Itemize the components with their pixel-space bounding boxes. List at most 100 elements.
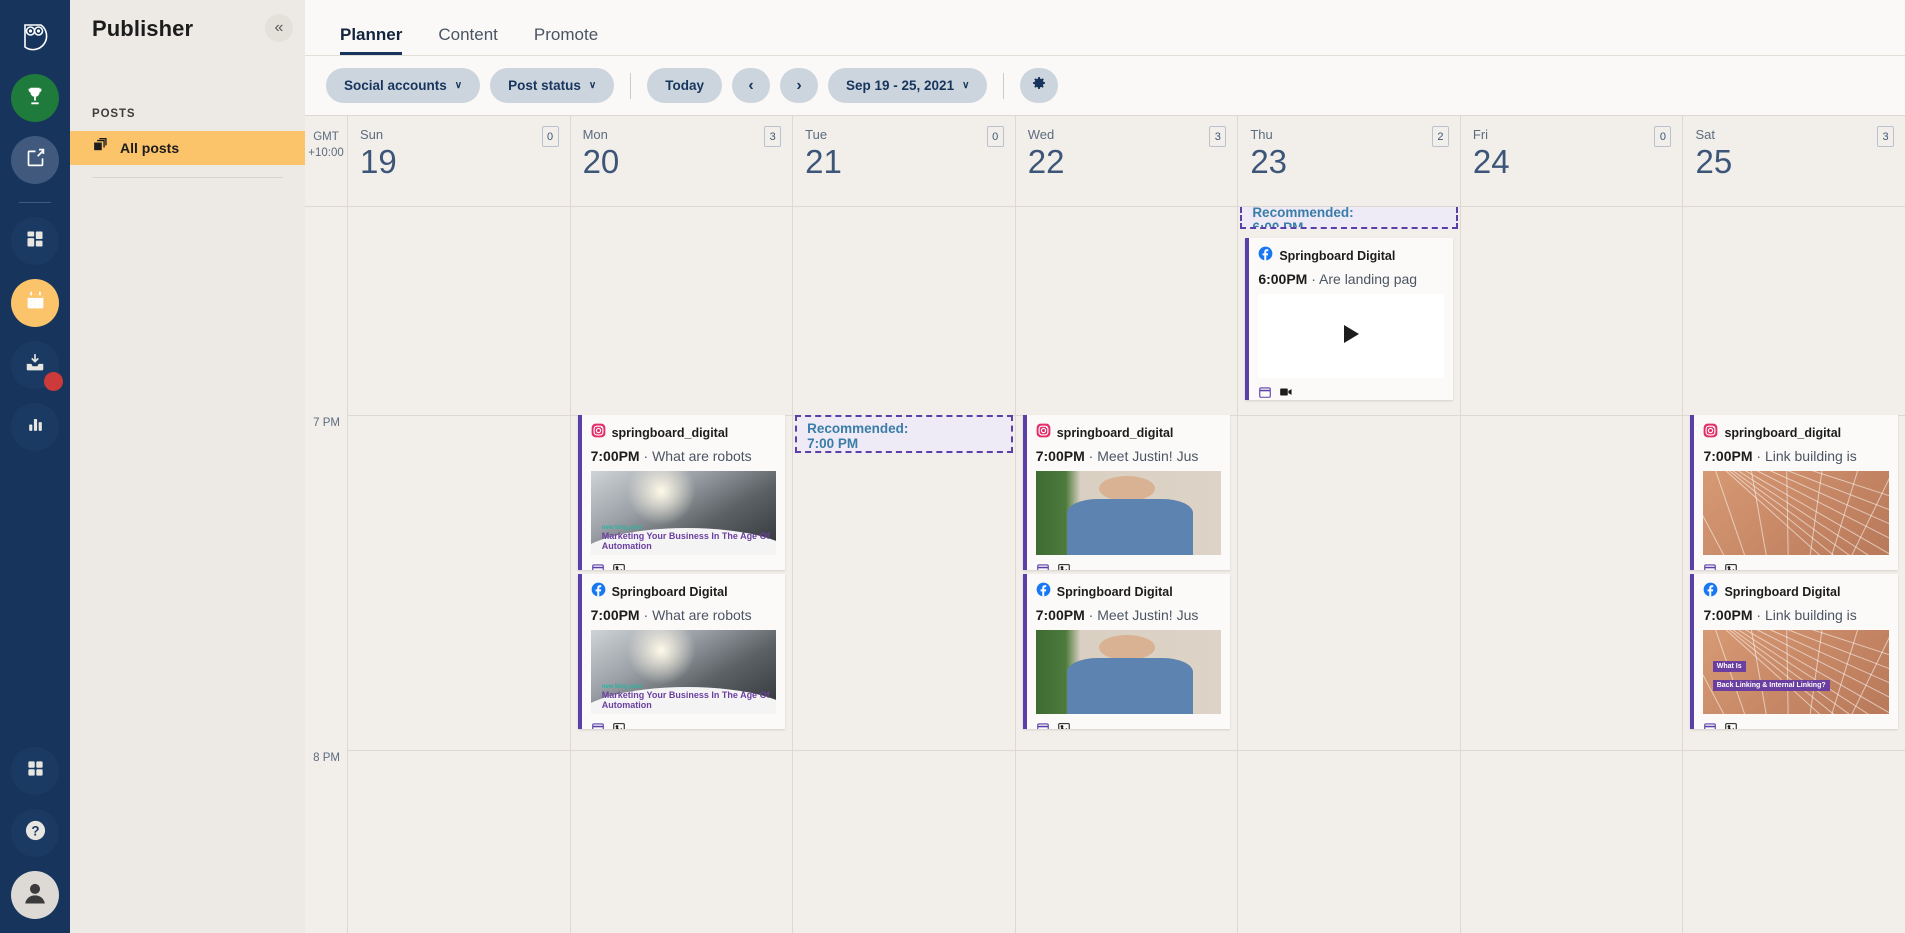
post-time: 7:00PM	[1703, 607, 1753, 623]
previous-week-button[interactable]: ‹	[732, 68, 770, 103]
calendar-grid[interactable]: 7 PM 8 PM springboard_digital 7:00PM · Wha…	[305, 207, 1905, 933]
day-column-tue[interactable]: Recommended: 7:00 PM	[792, 207, 1015, 933]
day-post-count: 3	[1209, 126, 1227, 147]
rail-item-inbox[interactable]	[11, 341, 63, 391]
facebook-icon	[1036, 582, 1051, 602]
calendar-icon	[591, 721, 605, 729]
calendar-icon	[25, 290, 46, 316]
sidebar-item-all-posts[interactable]: All posts	[70, 131, 305, 165]
owl-logo-icon[interactable]	[12, 14, 58, 60]
today-button[interactable]: Today	[647, 68, 722, 103]
post-thumbnail	[1035, 630, 1222, 714]
post-summary: 6:00PM · Are landing pag	[1258, 271, 1418, 287]
post-time: 7:00PM	[1035, 448, 1085, 464]
main-content: Planner Content Promote Social accounts …	[305, 0, 1905, 933]
post-card-header: Springboard Digital	[1036, 582, 1222, 602]
image-icon	[612, 721, 626, 729]
global-nav-rail: ?	[0, 0, 70, 933]
day-header-thu[interactable]: Thu 2 23	[1237, 116, 1460, 206]
rail-item-apps[interactable]	[11, 747, 59, 795]
tab-content[interactable]: Content	[420, 25, 516, 55]
rail-item-compose[interactable]	[11, 136, 59, 184]
facebook-icon	[591, 582, 606, 602]
day-column-fri[interactable]	[1459, 207, 1683, 933]
post-text: Meet Justin! Jus	[1097, 607, 1199, 623]
hour-line	[348, 415, 570, 416]
chevron-down-icon: ∨	[588, 80, 597, 91]
post-card[interactable]: springboard_digital 7:00PM · What are rob…	[577, 415, 786, 570]
collapse-sidebar-button[interactable]: «	[265, 14, 293, 42]
rail-item-planner[interactable]	[11, 279, 59, 327]
day-column-wed[interactable]: springboard_digital 7:00PM · Meet Justin!…	[1014, 207, 1238, 933]
day-header-mon[interactable]: Mon 3 20	[569, 116, 793, 206]
day-name: Tue	[805, 127, 828, 142]
rail-item-help[interactable]: ?	[11, 809, 59, 857]
social-accounts-filter[interactable]: Social accounts ∨	[326, 68, 481, 103]
tab-planner[interactable]: Planner	[322, 25, 420, 55]
post-thumbnail	[1258, 294, 1444, 378]
post-card[interactable]: springboard_digital 7:00PM · Link buildin…	[1690, 415, 1899, 570]
next-week-button[interactable]: ›	[780, 68, 818, 103]
planner-settings-button[interactable]	[1020, 68, 1059, 103]
day-column-thu[interactable]: Springboard Digital 6:00PM · Are landing …	[1237, 207, 1460, 933]
post-card[interactable]: springboard_digital 7:00PM · Meet Justin!…	[1022, 415, 1231, 570]
rail-item-profile[interactable]	[11, 871, 59, 919]
hour-line	[1683, 750, 1905, 751]
day-header-fri[interactable]: Fri 0 24	[1459, 116, 1683, 206]
post-summary: 7:00PM · What are robots	[590, 607, 752, 623]
recommended-time: 7:00 PM	[807, 436, 859, 451]
rail-divider	[19, 202, 51, 203]
day-name: Sun	[360, 127, 384, 142]
recommended-time: 6:00 PM	[1252, 220, 1304, 229]
calendar-icon	[1036, 721, 1050, 729]
post-card-header: Springboard Digital	[1258, 246, 1444, 266]
post-account-name: Springboard Digital	[1724, 585, 1841, 599]
calendar-icon	[1258, 385, 1272, 400]
post-time: 7:00PM	[590, 448, 640, 464]
post-card-footer	[1258, 378, 1444, 400]
post-card[interactable]: Springboard Digital 7:00PM · What are rob…	[577, 574, 786, 729]
rail-item-analytics[interactable]	[11, 403, 59, 451]
tab-promote[interactable]: Promote	[516, 25, 616, 55]
recommended-time-slot[interactable]: Recommended: 6:00 PM	[1240, 207, 1458, 229]
play-icon[interactable]	[1341, 323, 1361, 350]
gutter-time-label: 8 PM	[313, 752, 340, 764]
hour-line	[1015, 750, 1238, 751]
day-header-tue[interactable]: Tue 0 21	[792, 116, 1015, 206]
apps-grid-icon	[26, 759, 45, 783]
day-column-sat[interactable]: springboard_digital 7:00PM · Link buildin…	[1682, 207, 1905, 933]
post-summary: 7:00PM · Link building is	[1703, 607, 1857, 623]
rail-item-rewards[interactable]	[11, 74, 59, 122]
post-text: Are landing pag	[1319, 271, 1418, 287]
publisher-sidebar: Publisher « POSTS All posts	[70, 0, 305, 933]
calendar-scrollbar[interactable]	[1901, 207, 1905, 933]
day-post-count: 0	[541, 126, 559, 147]
image-icon	[1724, 721, 1738, 729]
post-status-filter[interactable]: Post status ∨	[490, 68, 615, 103]
day-header-sat[interactable]: Sat 3 25	[1682, 116, 1905, 206]
calendar-icon	[1036, 562, 1050, 570]
day-column-sun[interactable]	[347, 207, 570, 933]
rail-item-dashboard[interactable]	[11, 217, 59, 265]
post-card[interactable]: Springboard Digital 7:00PM · Link buildin…	[1690, 574, 1899, 729]
day-header-sun[interactable]: Sun 0 19	[347, 116, 570, 206]
day-column-mon[interactable]: springboard_digital 7:00PM · What are rob…	[569, 207, 793, 933]
post-card[interactable]: Springboard Digital 6:00PM · Are landing …	[1245, 238, 1453, 400]
post-card-header: Springboard Digital	[1703, 582, 1889, 602]
help-icon: ?	[24, 819, 47, 847]
date-range-picker[interactable]: Sep 19 - 25, 2021 ∨	[828, 68, 988, 103]
post-time: 7:00PM	[1035, 607, 1085, 623]
thumbnail-image	[1703, 471, 1890, 555]
post-card-header: springboard_digital	[1036, 423, 1222, 443]
day-number: 24	[1472, 143, 1510, 180]
post-time: 7:00PM	[590, 607, 640, 623]
post-time: 6:00PM	[1258, 271, 1308, 287]
recommended-time-slot[interactable]: Recommended: 7:00 PM	[795, 415, 1013, 453]
timezone-offset: +10:00	[308, 146, 344, 159]
post-card[interactable]: Springboard Digital 7:00PM · Meet Justin!…	[1022, 574, 1231, 729]
day-header-wed[interactable]: Wed 3 22	[1014, 116, 1238, 206]
hour-line	[1460, 750, 1683, 751]
day-post-count: 2	[1431, 126, 1449, 147]
post-card-footer	[591, 714, 777, 729]
post-card-header: springboard_digital	[591, 423, 777, 443]
